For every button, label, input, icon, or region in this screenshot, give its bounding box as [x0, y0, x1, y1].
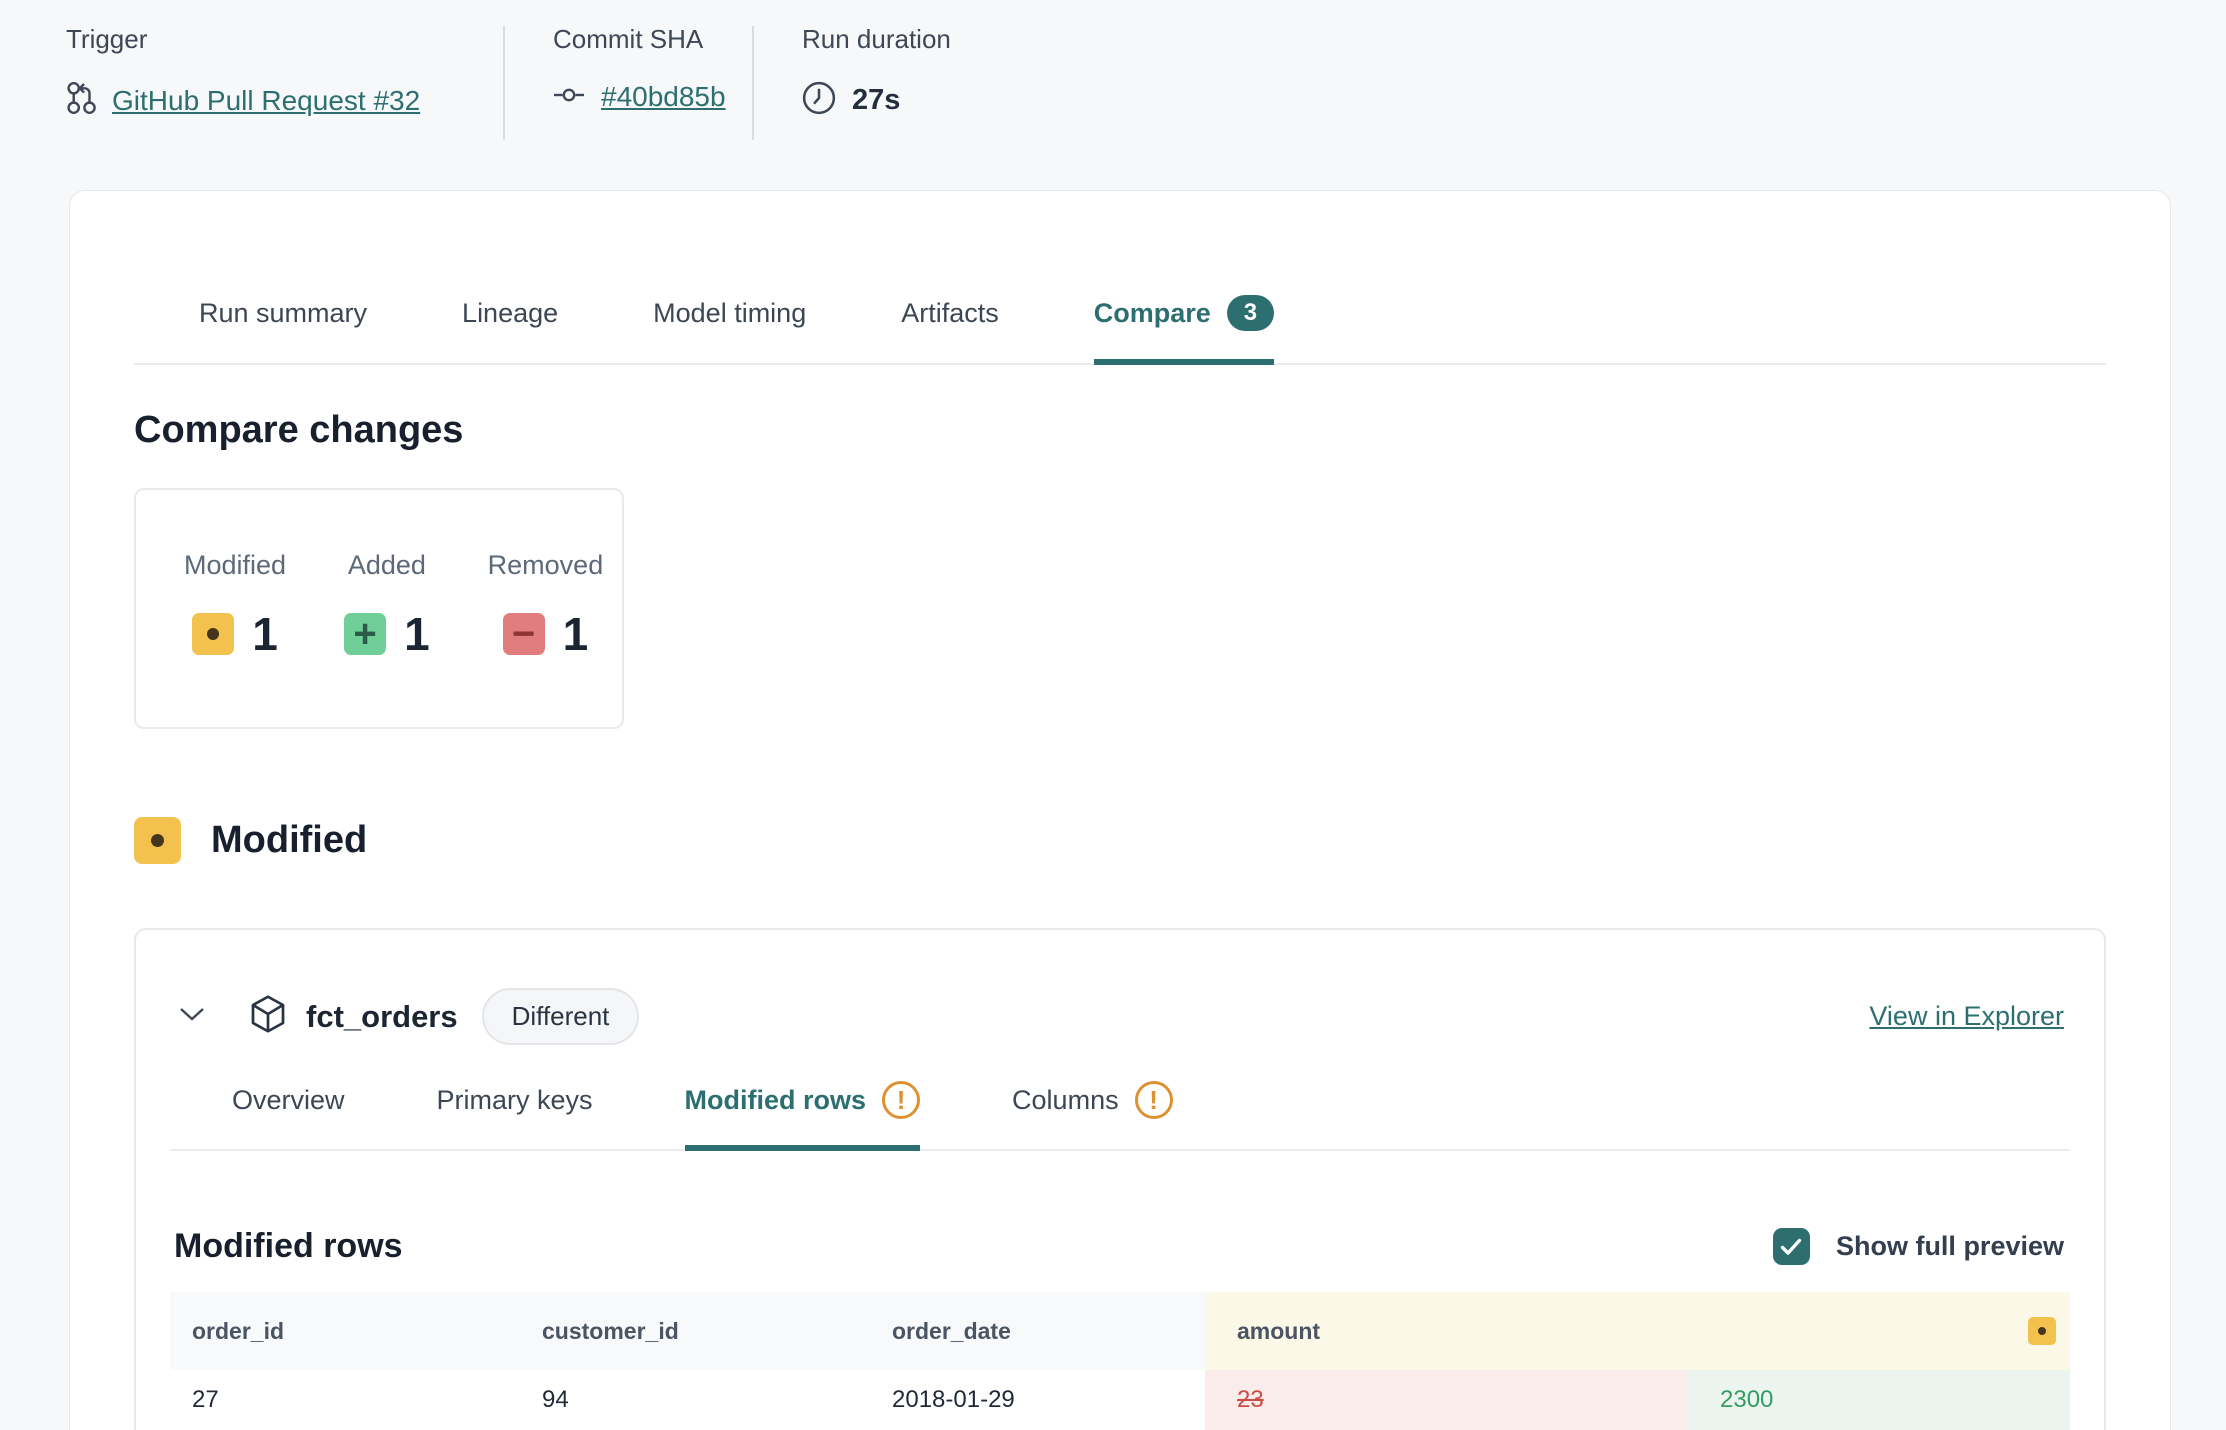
- warning-circle-icon: !: [1135, 1081, 1173, 1119]
- commit-section: Commit SHA #40bd85b: [505, 24, 752, 148]
- stat-removed-label: Removed: [488, 550, 604, 581]
- cell-order-date: 2018-01-29: [870, 1370, 1205, 1430]
- tab-modified-rows-label: Modified rows: [685, 1085, 867, 1116]
- stat-modified-label: Modified: [184, 550, 286, 581]
- show-full-preview-label: Show full preview: [1836, 1231, 2064, 1262]
- run-detail-card: Run summary Lineage Model timing Artifac…: [69, 190, 2171, 1430]
- modified-rows-header: Modified rows Show full preview: [170, 1227, 2070, 1266]
- modified-section-header: Modified: [134, 817, 2106, 864]
- tab-run-summary[interactable]: Run summary: [199, 295, 367, 365]
- cell-order-id: 27: [170, 1370, 520, 1430]
- cell-customer-id: 94: [520, 1370, 870, 1430]
- tab-primary-keys[interactable]: Primary keys: [437, 1081, 593, 1151]
- duration-section: Run duration 27s: [754, 24, 951, 148]
- tab-columns-label: Columns: [1012, 1085, 1119, 1116]
- modified-rows-title: Modified rows: [174, 1227, 403, 1266]
- added-icon: +: [344, 613, 386, 655]
- checkbox-checked-icon[interactable]: [1773, 1228, 1810, 1265]
- stat-modified: Modified 1: [184, 550, 286, 661]
- stat-modified-value: 1: [252, 607, 278, 661]
- stat-added-label: Added: [348, 550, 426, 581]
- pull-request-icon: [66, 81, 96, 120]
- model-diff-card: fct_orders Different View in Explorer Ov…: [134, 928, 2106, 1430]
- show-full-preview-toggle[interactable]: Show full preview: [1773, 1228, 2064, 1265]
- view-in-explorer-link[interactable]: View in Explorer: [1869, 1001, 2064, 1032]
- column-header-order-id: order_id: [170, 1292, 520, 1370]
- removed-icon: −: [503, 613, 545, 655]
- amount-header-label: amount: [1237, 1318, 1320, 1345]
- tab-compare-label: Compare: [1094, 298, 1211, 329]
- stat-removed: Removed − 1: [488, 550, 604, 661]
- modified-icon: [134, 817, 181, 864]
- commit-label: Commit SHA: [553, 24, 752, 55]
- chevron-down-icon[interactable]: [178, 1005, 206, 1028]
- column-header-amount: amount: [1205, 1292, 2070, 1370]
- tab-artifacts[interactable]: Artifacts: [901, 295, 999, 365]
- run-tabs: Run summary Lineage Model timing Artifac…: [134, 295, 2106, 365]
- column-header-customer-id: customer_id: [520, 1292, 870, 1370]
- stat-removed-value: 1: [563, 607, 589, 661]
- table-row: 27 94 2018-01-29 23 2300: [170, 1370, 2070, 1430]
- tab-columns[interactable]: Columns !: [1012, 1081, 1173, 1151]
- modified-section-title: Modified: [211, 819, 367, 862]
- package-icon: [250, 994, 286, 1039]
- tab-modified-rows[interactable]: Modified rows !: [685, 1081, 921, 1151]
- duration-value: 27s: [852, 84, 900, 117]
- column-header-order-date: order_date: [870, 1292, 1205, 1370]
- model-name: fct_orders: [306, 999, 458, 1035]
- trigger-link[interactable]: GitHub Pull Request #32: [112, 85, 420, 117]
- cell-amount-new: 2300: [1688, 1370, 2070, 1430]
- commit-icon: [553, 83, 585, 112]
- trigger-section: Trigger GitHub Pull Request #32: [66, 24, 503, 148]
- trigger-label: Trigger: [66, 24, 503, 55]
- run-info-header: Trigger GitHub Pull Request #32 Commit S…: [0, 0, 2226, 148]
- compare-changes-title: Compare changes: [134, 409, 2106, 452]
- model-header: fct_orders Different View in Explorer: [170, 930, 2070, 1045]
- duration-label: Run duration: [802, 24, 951, 55]
- commit-sha-link[interactable]: #40bd85b: [601, 81, 726, 113]
- table-header-row: order_id customer_id order_date amount: [170, 1292, 2070, 1370]
- clock-icon: [802, 81, 836, 120]
- modified-rows-table: order_id customer_id order_date amount 2…: [170, 1292, 2070, 1430]
- warning-circle-icon: !: [882, 1081, 920, 1119]
- stat-added-value: 1: [404, 607, 430, 661]
- tab-lineage[interactable]: Lineage: [462, 295, 558, 365]
- cell-amount-old: 23: [1205, 1370, 1688, 1430]
- tab-compare[interactable]: Compare 3: [1094, 295, 1274, 365]
- status-badge: Different: [482, 988, 640, 1045]
- tab-model-timing[interactable]: Model timing: [653, 295, 806, 365]
- change-summary-card: Modified 1 Added + 1 Removed − 1: [134, 488, 624, 729]
- model-tabs: Overview Primary keys Modified rows ! Co…: [170, 1081, 2070, 1151]
- modified-icon: [192, 613, 234, 655]
- modified-column-icon: [2028, 1317, 2056, 1345]
- tab-overview[interactable]: Overview: [232, 1081, 345, 1151]
- table-body: 27 94 2018-01-29 23 2300 63 70 2018-03-0…: [170, 1370, 2070, 1430]
- stat-added: Added + 1: [344, 550, 430, 661]
- compare-count-badge: 3: [1227, 295, 1274, 331]
